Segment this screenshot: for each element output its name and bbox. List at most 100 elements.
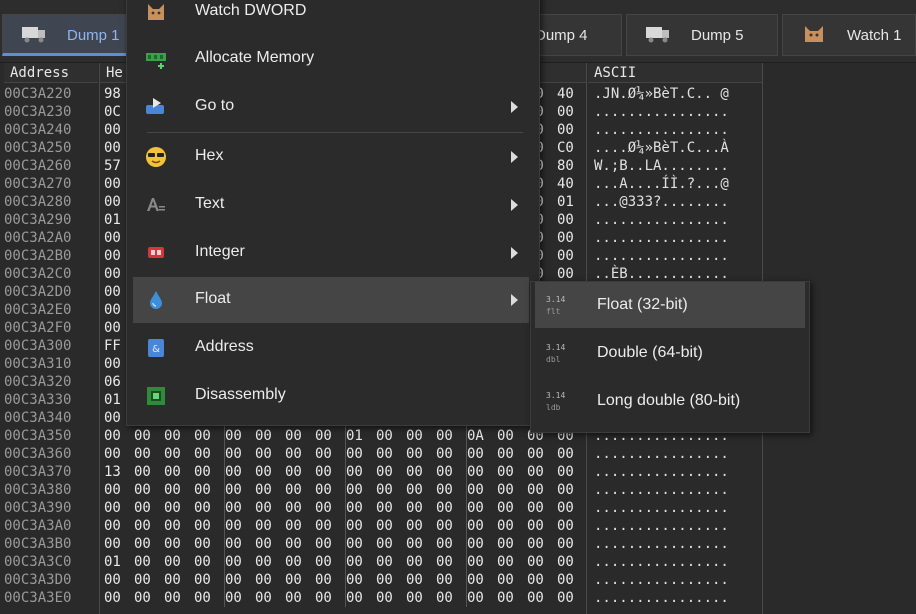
hex-byte[interactable]: 00	[164, 481, 194, 499]
hex-byte[interactable]: 00	[255, 535, 285, 553]
hex-row[interactable]: 00 00 00 00 00 00 00 00 00 00 00 00 00 00 00 00	[104, 571, 582, 589]
submenu-item-long-double-80[interactable]: 3.14 ldb Long double (80-bit)	[535, 378, 805, 424]
hex-byte[interactable]: 00	[436, 517, 466, 535]
tab-dump-5[interactable]: Dump 5	[626, 14, 778, 56]
hex-byte[interactable]: 00	[497, 445, 527, 463]
ascii-row[interactable]: ................	[590, 103, 760, 121]
hex-byte[interactable]: 00	[104, 571, 134, 589]
menu-item-address[interactable]: & Address	[133, 325, 529, 371]
hex-byte[interactable]: 00	[285, 571, 315, 589]
menu-item-float[interactable]: Float	[133, 277, 529, 323]
hex-byte[interactable]: 00	[557, 463, 587, 481]
hex-byte[interactable]: 00	[255, 463, 285, 481]
hex-byte[interactable]: 00	[104, 535, 134, 553]
hex-byte[interactable]: 00	[527, 589, 557, 607]
menu-item-integer[interactable]: Integer	[133, 230, 529, 276]
hex-byte[interactable]: 00	[557, 571, 587, 589]
hex-byte[interactable]: 00	[164, 427, 194, 445]
hex-byte[interactable]: 00	[467, 445, 497, 463]
hex-byte[interactable]: 00	[497, 481, 527, 499]
hex-byte[interactable]: 00	[134, 589, 164, 607]
hex-byte[interactable]: 00	[134, 463, 164, 481]
hex-byte[interactable]: 00	[194, 463, 224, 481]
hex-byte[interactable]: 00	[497, 517, 527, 535]
hex-byte[interactable]: 00	[164, 535, 194, 553]
hex-byte[interactable]: 00	[225, 589, 255, 607]
hex-byte[interactable]: 00	[194, 553, 224, 571]
hex-byte[interactable]: 00	[406, 571, 436, 589]
hex-byte[interactable]: 00	[225, 571, 255, 589]
hex-byte[interactable]: 00	[406, 427, 436, 445]
hex-byte[interactable]: 00	[134, 499, 164, 517]
ascii-row[interactable]: ...A....ÍÌ.?...@	[590, 175, 760, 193]
menu-item-hex[interactable]: Hex	[133, 134, 529, 180]
hex-byte[interactable]: 00	[376, 535, 406, 553]
hex-byte[interactable]: 00	[255, 499, 285, 517]
hex-byte[interactable]: 00	[315, 535, 345, 553]
ascii-row[interactable]: ................	[590, 463, 760, 481]
hex-byte[interactable]: 00	[285, 463, 315, 481]
hex-byte[interactable]: 00	[557, 103, 587, 121]
hex-byte[interactable]: 00	[467, 571, 497, 589]
submenu-item-float-32[interactable]: 3.14 flt Float (32-bit)	[535, 282, 805, 328]
hex-byte[interactable]: 40	[557, 175, 587, 193]
hex-byte[interactable]: 00	[376, 517, 406, 535]
menu-item-go-to[interactable]: Go to	[133, 84, 529, 130]
hex-byte[interactable]: 00	[255, 517, 285, 535]
hex-byte[interactable]: 00	[557, 445, 587, 463]
ascii-row[interactable]: ................	[590, 211, 760, 229]
hex-byte[interactable]: 00	[225, 553, 255, 571]
hex-byte[interactable]: 00	[406, 499, 436, 517]
hex-byte[interactable]: 00	[497, 427, 527, 445]
hex-byte[interactable]: 00	[376, 553, 406, 571]
hex-row[interactable]: 01 00 00 00 00 00 00 00 00 00 00 00 00 00 00 00	[104, 553, 582, 571]
ascii-row[interactable]: ................	[590, 571, 760, 589]
hex-byte[interactable]: 00	[255, 553, 285, 571]
hex-byte[interactable]: 00	[346, 445, 376, 463]
hex-byte[interactable]: 00	[406, 535, 436, 553]
hex-byte[interactable]: 00	[194, 517, 224, 535]
hex-byte[interactable]: 00	[467, 589, 497, 607]
hex-byte[interactable]: 00	[527, 481, 557, 499]
ascii-row[interactable]: ...@333?........	[590, 193, 760, 211]
hex-byte[interactable]: 00	[315, 571, 345, 589]
hex-byte[interactable]: 00	[406, 463, 436, 481]
hex-byte[interactable]: 00	[194, 427, 224, 445]
submenu-item-double-64[interactable]: 3.14 dbl Double (64-bit)	[535, 330, 805, 376]
hex-byte[interactable]: 00	[527, 499, 557, 517]
hex-byte[interactable]: 00	[255, 481, 285, 499]
ascii-row[interactable]: ................	[590, 553, 760, 571]
hex-row[interactable]: 00 00 00 00 00 00 00 00 00 00 00 00 00 00 00 00	[104, 481, 582, 499]
hex-byte[interactable]: 00	[225, 481, 255, 499]
hex-byte[interactable]: 00	[376, 589, 406, 607]
ascii-row[interactable]: ................	[590, 589, 760, 607]
hex-byte[interactable]: 00	[436, 445, 466, 463]
hex-byte[interactable]: 00	[527, 553, 557, 571]
hex-byte[interactable]: 00	[557, 247, 587, 265]
hex-byte[interactable]: 00	[557, 229, 587, 247]
hex-byte[interactable]: 00	[285, 535, 315, 553]
hex-byte[interactable]: 00	[134, 553, 164, 571]
menu-item-watch-dword[interactable]: Watch DWORD	[133, 0, 529, 35]
hex-row[interactable]: 00 00 00 00 00 00 00 00 00 00 00 00 00 00 00 00	[104, 589, 582, 607]
hex-byte[interactable]: 00	[134, 445, 164, 463]
hex-byte[interactable]: 00	[164, 463, 194, 481]
ascii-row[interactable]: W.;B..LA........	[590, 157, 760, 175]
hex-byte[interactable]: 80	[557, 157, 587, 175]
hex-byte[interactable]: 00	[315, 589, 345, 607]
hex-byte[interactable]: 00	[225, 463, 255, 481]
hex-byte[interactable]: 00	[285, 589, 315, 607]
hex-byte[interactable]: 00	[467, 535, 497, 553]
hex-byte[interactable]: 00	[557, 481, 587, 499]
hex-byte[interactable]: 00	[527, 445, 557, 463]
hex-byte[interactable]: 00	[104, 499, 134, 517]
hex-byte[interactable]: 00	[164, 571, 194, 589]
hex-byte[interactable]: 00	[436, 427, 466, 445]
hex-byte[interactable]: 00	[315, 517, 345, 535]
ascii-row[interactable]: .JN.Ø¼»BèT.C.. @	[590, 85, 760, 103]
hex-byte[interactable]: 00	[346, 553, 376, 571]
hex-row[interactable]: 00 00 00 00 00 00 00 00 01 00 00 00 0A 00 00 00	[104, 427, 582, 445]
hex-byte[interactable]: 00	[346, 517, 376, 535]
hex-byte[interactable]: 00	[346, 535, 376, 553]
hex-byte[interactable]: 00	[285, 427, 315, 445]
